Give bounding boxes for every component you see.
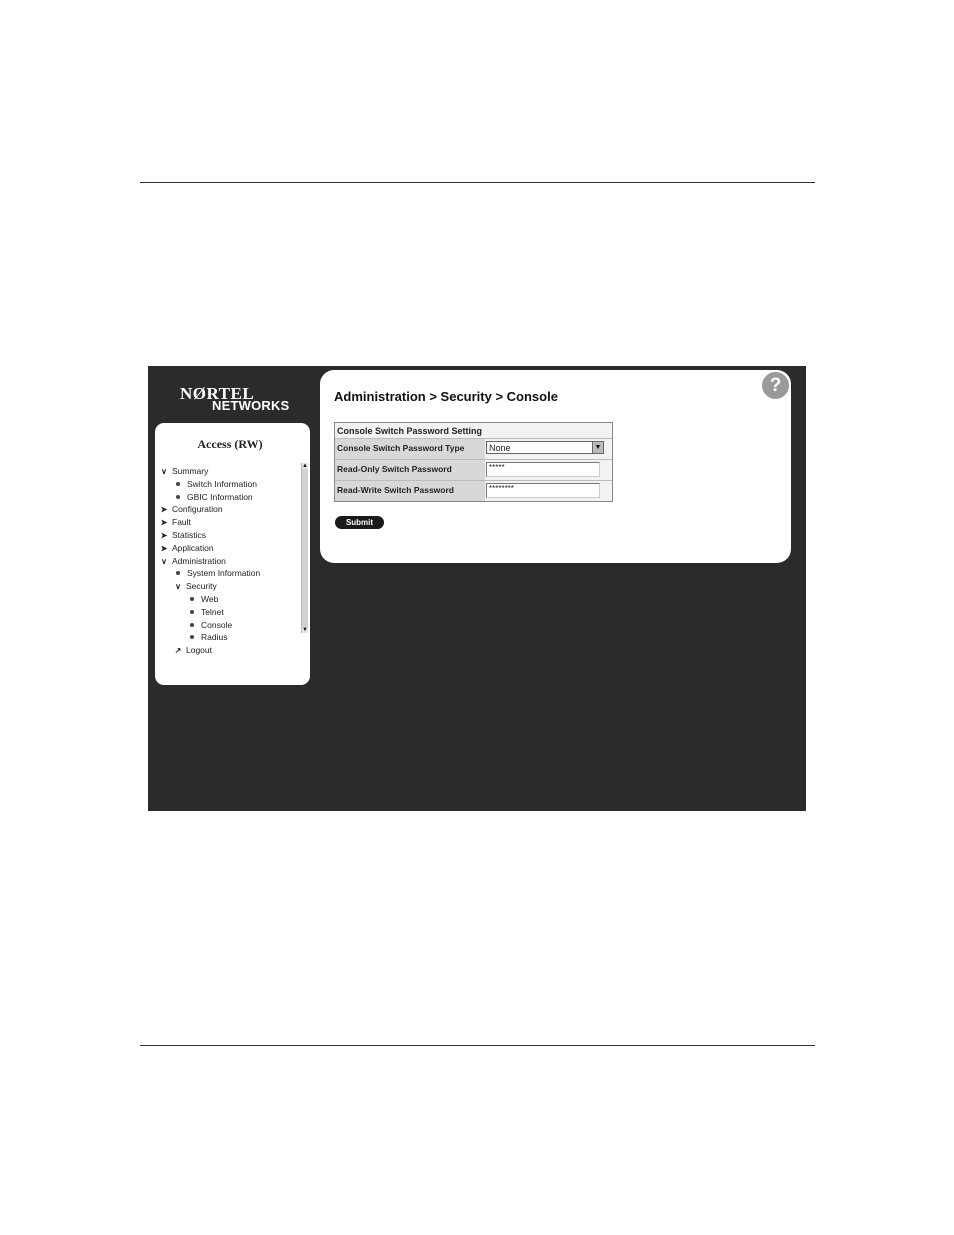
chevron-down-icon: ∨ (161, 557, 167, 566)
bullet-icon (190, 597, 194, 602)
nav-item-label: Application (172, 543, 214, 553)
chevron-right-icon: ➤ (160, 518, 168, 527)
nav-item-label: Fault (172, 517, 191, 527)
nav-item-web[interactable]: Web (187, 593, 218, 605)
table-row: Read-Write Switch Password ******** (335, 480, 612, 501)
nav-item-fault[interactable]: ➤ Fault (159, 516, 191, 528)
nav-item-administration[interactable]: ∨ Administration (159, 555, 226, 567)
password-type-value: None (489, 443, 511, 453)
nav-item-configuration[interactable]: ➤ Configuration (159, 503, 223, 515)
nav-item-console[interactable]: Console (187, 619, 232, 631)
app-window: NØRTEL NETWORKS Access (RW) ∨ Summary Swit… (148, 366, 806, 811)
nav-item-label: Logout (186, 645, 212, 655)
chevron-right-icon: ➤ (160, 531, 168, 540)
chevron-down-icon: ∨ (175, 582, 181, 591)
nav-item-radius[interactable]: Radius (187, 631, 227, 643)
password-type-label: Console Switch Password Type (335, 439, 485, 459)
access-title: Access (RW) (197, 437, 263, 451)
nav-item-label: Web (201, 594, 219, 604)
nav-scrollbar[interactable]: ▲ ▼ (301, 463, 308, 633)
nav-item-label: Radius (201, 632, 228, 642)
nav-item-security[interactable]: ∨ Security (173, 580, 217, 592)
nav-item-label: Telnet (201, 607, 224, 617)
logout-icon: ↗ (174, 646, 182, 655)
content-panel: Administration > Security > Console Cons… (320, 370, 791, 563)
nav-item-label: Security (186, 581, 217, 591)
breadcrumb: Administration > Security > Console (334, 389, 558, 404)
submit-button[interactable]: Submit (335, 516, 384, 529)
read-write-password-input[interactable]: ******** (486, 483, 600, 498)
password-type-select[interactable]: None ▼ (486, 441, 604, 454)
read-only-password-input[interactable]: ***** (486, 462, 600, 477)
nav-item-label: System Information (187, 568, 261, 578)
nav-item-label: Summary (172, 466, 209, 476)
nav-item-label: Console (201, 620, 233, 630)
nav-item-summary[interactable]: ∨ Summary (159, 465, 208, 477)
bullet-icon (176, 495, 180, 500)
read-write-password-label: Read-Write Switch Password (335, 481, 485, 501)
table-row: Console Switch Password Type None ▼ (335, 438, 612, 459)
bullet-icon (190, 623, 194, 628)
top-rule (140, 182, 815, 183)
nortel-logo: NØRTEL NETWORKS (178, 384, 298, 414)
chevron-right-icon: ➤ (160, 505, 168, 514)
bullet-icon (176, 482, 180, 487)
nav-item-gbic-information[interactable]: GBIC Information (173, 491, 253, 503)
bottom-rule (140, 1045, 815, 1046)
logo-line2: NETWORKS (212, 398, 290, 413)
chevron-right-icon: ➤ (160, 544, 168, 553)
bullet-icon (190, 610, 194, 615)
nav-item-switch-information[interactable]: Switch Information (173, 478, 257, 490)
table-caption: Console Switch Password Setting (337, 426, 483, 436)
read-only-password-label: Read-Only Switch Password (335, 460, 485, 480)
navigation-panel: Access (RW) ∨ Summary Switch Information GB… (155, 423, 310, 685)
nav-item-label: GBIC Information (187, 492, 253, 502)
nav-item-label: Statistics (172, 530, 207, 540)
bullet-icon (190, 635, 194, 640)
bullet-icon (176, 571, 180, 576)
nav-item-logout[interactable]: ↗ Logout (173, 644, 212, 656)
nav-item-label: Configuration (172, 504, 223, 514)
nav-item-telnet[interactable]: Telnet (187, 606, 224, 618)
dropdown-arrow-icon[interactable]: ▼ (592, 442, 603, 453)
nav-item-application[interactable]: ➤ Application (159, 542, 214, 554)
scroll-down-arrow-icon[interactable]: ▼ (302, 627, 308, 633)
help-icon[interactable]: ? (762, 372, 789, 399)
nav-item-statistics[interactable]: ➤ Statistics (159, 529, 206, 541)
nav-item-system-information[interactable]: System Information (173, 567, 260, 579)
scroll-thumb[interactable] (302, 469, 308, 627)
chevron-down-icon: ∨ (161, 467, 167, 476)
nav-item-label: Administration (172, 556, 226, 566)
password-settings-table: Console Switch Password Setting Console … (334, 422, 613, 502)
table-row: Read-Only Switch Password ***** (335, 459, 612, 480)
nav-item-label: Switch Information (187, 479, 257, 489)
